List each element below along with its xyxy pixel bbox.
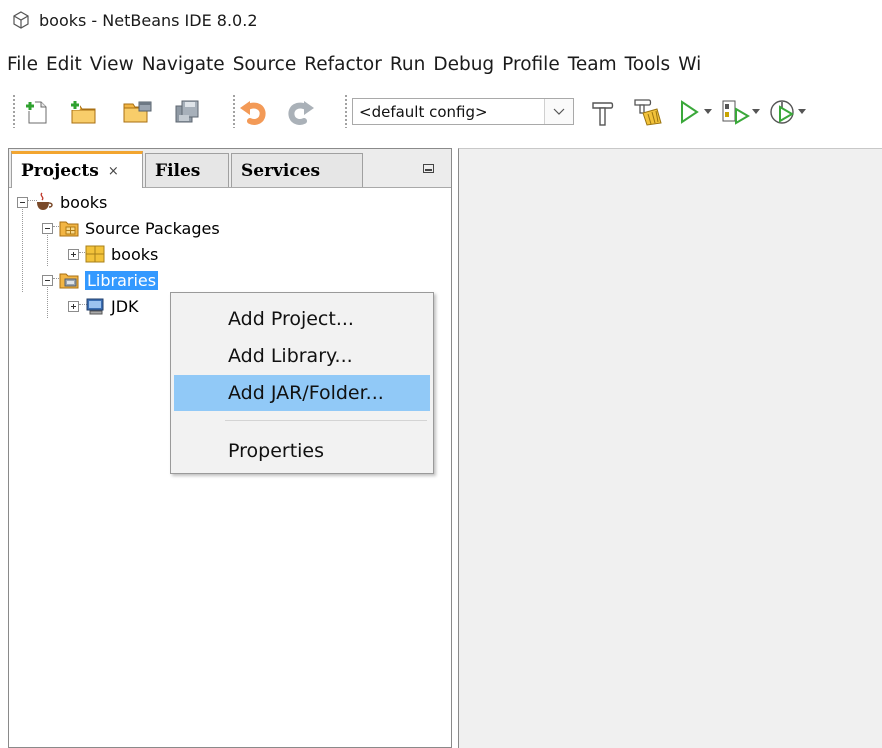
run-icon: [681, 100, 699, 124]
menu-profile[interactable]: Profile: [501, 54, 560, 75]
tree-node-source-packages[interactable]: Source Packages: [42, 215, 220, 241]
menu-item-label: Properties: [228, 440, 325, 462]
java-project-icon: [34, 192, 54, 212]
source-packages-icon: [59, 218, 79, 238]
collapse-icon[interactable]: [42, 222, 53, 234]
menu-debug[interactable]: Debug: [432, 54, 494, 75]
tree-node-libraries[interactable]: Libraries: [42, 267, 159, 293]
tree-connector: [22, 206, 23, 292]
minimize-icon[interactable]: [423, 164, 434, 173]
menu-view[interactable]: View: [89, 54, 134, 75]
editor-area[interactable]: [458, 148, 882, 748]
menu-item-properties[interactable]: Properties: [174, 433, 430, 469]
clean-build-button[interactable]: [630, 96, 664, 128]
panel-tab-strip: Projects × Files Services: [9, 149, 451, 188]
menu-refactor[interactable]: Refactor: [303, 54, 382, 75]
menu-tools[interactable]: Tools: [624, 54, 671, 75]
menu-item-add-project[interactable]: Add Project...: [174, 301, 430, 337]
toolbar-grip[interactable]: [344, 94, 348, 128]
save-all-button[interactable]: [170, 96, 204, 128]
triangle-down-icon: [752, 109, 760, 114]
triangle-down-icon: [704, 109, 712, 114]
menu-item-label: Add Library...: [228, 345, 353, 367]
menu-edit[interactable]: Edit: [45, 54, 82, 75]
debug-dropdown[interactable]: [750, 96, 762, 128]
tab-projects-label: Projects: [21, 161, 99, 181]
menu-source[interactable]: Source: [232, 54, 297, 75]
menu-item-add-jar-folder[interactable]: Add JAR/Folder...: [174, 375, 430, 411]
tab-files[interactable]: Files: [145, 153, 229, 187]
collapse-icon[interactable]: [42, 274, 53, 286]
title-bar: books - NetBeans IDE 8.0.2: [0, 0, 882, 40]
expand-icon[interactable]: [68, 248, 79, 260]
undo-icon: [240, 101, 266, 125]
libraries-icon: [59, 270, 79, 290]
tab-files-label: Files: [155, 160, 201, 181]
tree-node-label: Libraries: [85, 270, 159, 290]
save-all-icon: [175, 100, 199, 123]
menu-run[interactable]: Run: [389, 54, 425, 75]
triangle-down-icon: [798, 109, 806, 114]
menu-file[interactable]: File: [6, 54, 38, 75]
toolbar-grip[interactable]: [12, 94, 16, 128]
new-project-icon: [70, 100, 96, 124]
hammer-icon: [592, 102, 614, 126]
tab-projects[interactable]: Projects ×: [11, 151, 143, 188]
toolbar: <default config>: [0, 86, 882, 138]
netbeans-cube-icon: [13, 11, 29, 29]
config-select-value: <default config>: [359, 102, 488, 121]
menu-navigate[interactable]: Navigate: [141, 54, 225, 75]
broom-icon: [634, 99, 662, 126]
profile-button[interactable]: [766, 96, 800, 128]
jdk-icon: [85, 296, 105, 316]
run-dropdown[interactable]: [702, 96, 714, 128]
open-project-icon: [123, 101, 152, 123]
run-button[interactable]: [676, 96, 702, 128]
tree-node-books-project[interactable]: books: [17, 189, 107, 215]
redo-icon: [288, 101, 314, 125]
tree-node-label: Source Packages: [85, 218, 220, 238]
new-file-icon: [25, 101, 47, 124]
menu-window[interactable]: Wi: [677, 54, 701, 75]
build-button[interactable]: [586, 96, 620, 128]
menu-separator: [225, 420, 427, 421]
menu-item-label: Add Project...: [228, 308, 354, 330]
open-project-button[interactable]: [120, 96, 154, 128]
tab-services[interactable]: Services: [231, 153, 363, 187]
new-file-button[interactable]: [20, 96, 54, 128]
window-title: books - NetBeans IDE 8.0.2: [39, 10, 258, 30]
menu-bar: File Edit View Navigate Source Refactor …: [0, 48, 882, 80]
collapse-icon[interactable]: [17, 196, 28, 208]
undo-button[interactable]: [236, 96, 270, 128]
tree-node-label: JDK: [111, 296, 139, 316]
config-select[interactable]: <default config>: [352, 98, 574, 125]
package-icon: [85, 244, 105, 264]
context-menu: Add Project... Add Library... Add JAR/Fo…: [170, 292, 434, 474]
expand-icon[interactable]: [68, 300, 79, 312]
debug-button[interactable]: [718, 96, 752, 128]
menu-item-label: Add JAR/Folder...: [228, 382, 384, 404]
tree-node-label: books: [111, 244, 159, 264]
tree-node-books-package[interactable]: books: [68, 241, 158, 267]
chevron-down-icon[interactable]: [544, 99, 573, 124]
profile-icon: [770, 100, 794, 124]
tab-services-label: Services: [241, 160, 321, 181]
redo-button[interactable]: [284, 96, 318, 128]
new-project-button[interactable]: [66, 96, 100, 128]
tree-node-jdk[interactable]: JDK: [68, 293, 139, 319]
debug-icon: [722, 100, 750, 125]
close-icon[interactable]: ×: [108, 164, 119, 179]
menu-item-add-library[interactable]: Add Library...: [174, 338, 430, 374]
profile-dropdown[interactable]: [796, 96, 808, 128]
tree-node-label: books: [60, 192, 108, 212]
menu-team[interactable]: Team: [567, 54, 617, 75]
